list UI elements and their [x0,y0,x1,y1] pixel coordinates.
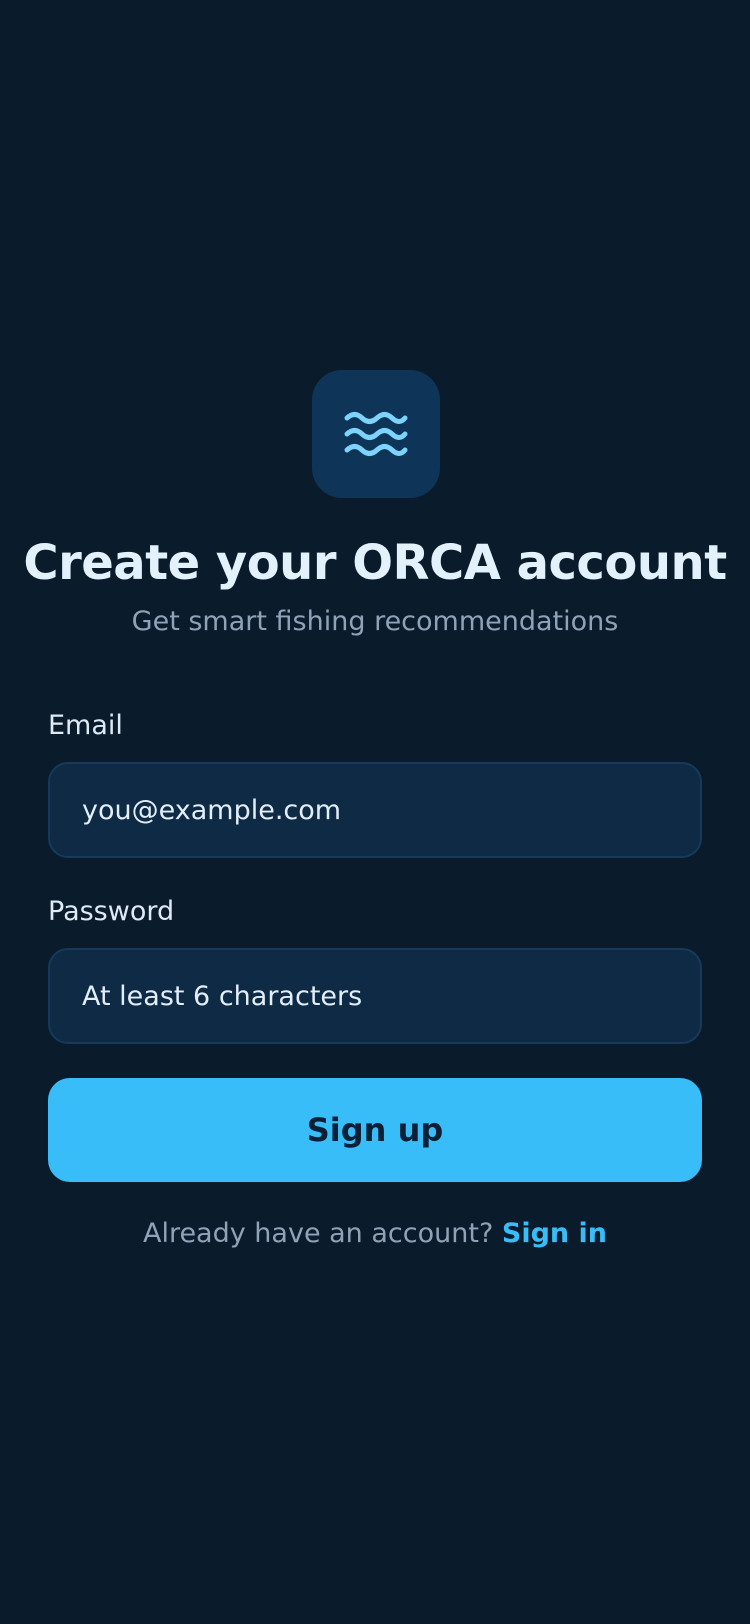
signup-screen: Create your ORCA account Get smart fishi… [0,0,750,1624]
sign-up-button[interactable]: Sign up [48,1078,702,1182]
app-logo [312,370,440,498]
password-field[interactable] [48,948,702,1044]
email-label: Email [48,710,123,741]
page-title: Create your ORCA account [23,535,727,591]
password-label: Password [48,896,175,927]
waves-icon [344,412,408,456]
email-field[interactable] [48,762,702,858]
page-subtitle: Get smart fishing recommendations [131,606,619,637]
sign-in-link[interactable]: Sign in [502,1218,607,1249]
signin-prompt-text: Already have an account? [142,1218,494,1249]
signin-prompt: Already have an account? Sign in [0,1216,750,1252]
